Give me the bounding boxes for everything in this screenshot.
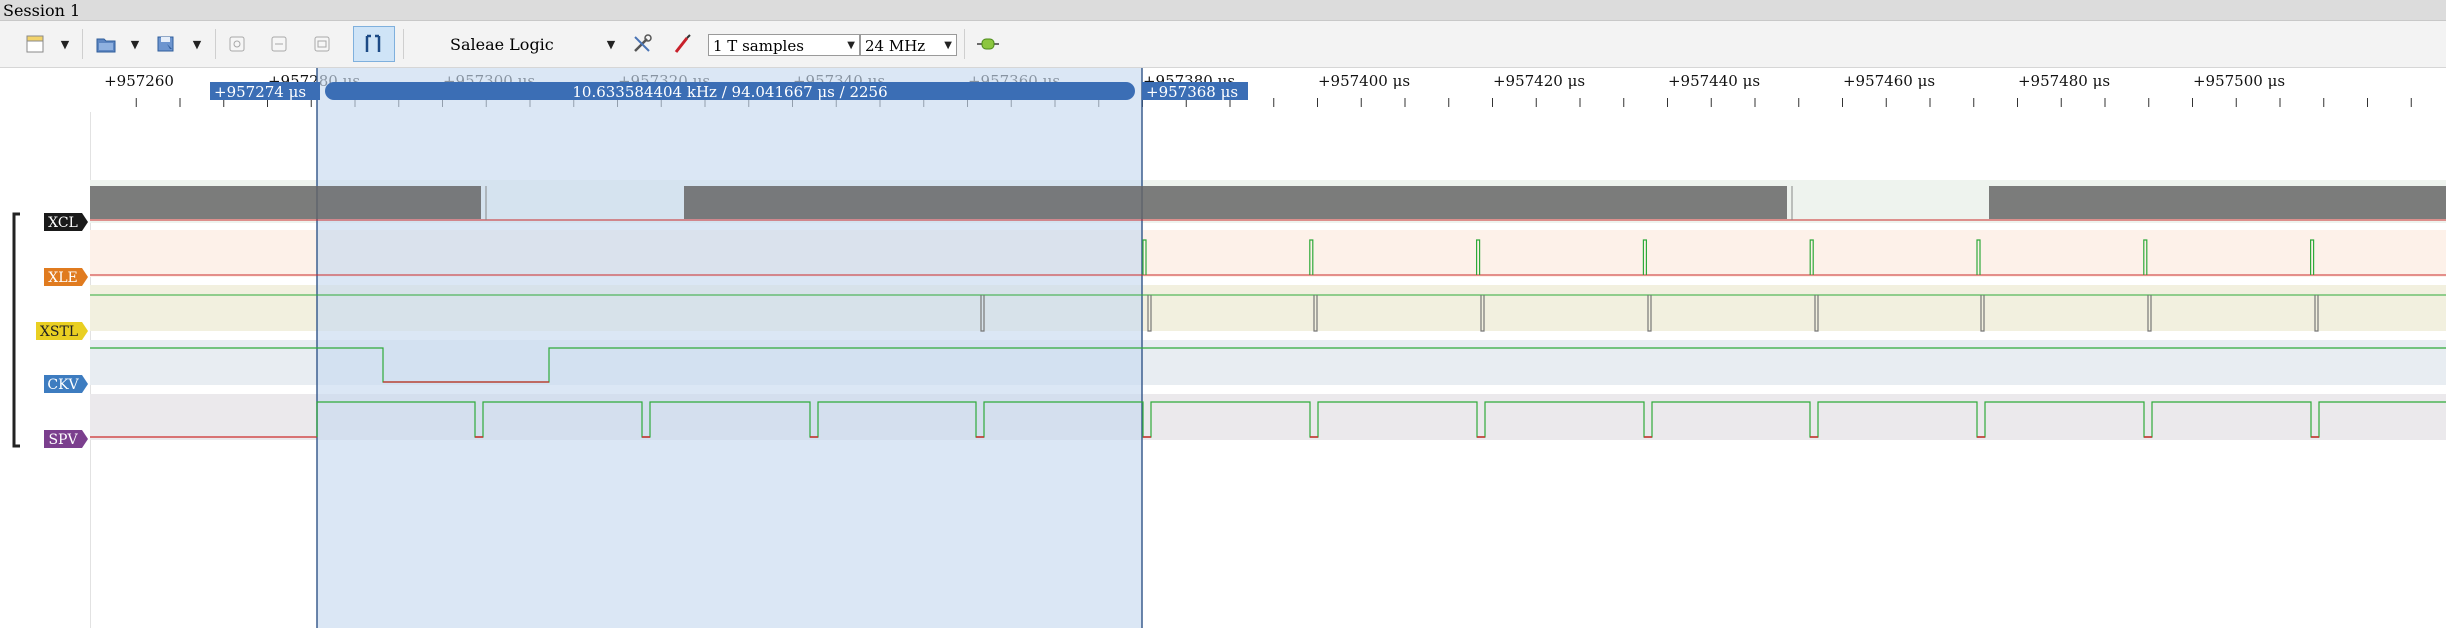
new-session-icon[interactable]	[22, 28, 48, 60]
probe-pen-icon[interactable]	[670, 28, 696, 60]
ruler-tick-label: +957400 μs	[1318, 72, 1410, 90]
channel-name: XLE	[48, 270, 77, 286]
toolbar-separator	[82, 29, 83, 59]
save-icon[interactable]	[153, 28, 179, 60]
open-dropdown-icon[interactable]: ▼	[128, 28, 142, 60]
rate-select[interactable]: 24 MHz ▼	[860, 34, 957, 56]
wrench-screwdriver-icon[interactable]	[628, 28, 656, 60]
rate-value: 24 MHz	[865, 37, 926, 55]
channel-name: XSTL	[40, 324, 78, 340]
ruler-tick-label: +957420 μs	[1493, 72, 1585, 90]
measurement-label: 10.633584404 kHz / 94.041667 μs / 2256	[572, 83, 887, 101]
toolbar-separator	[403, 29, 404, 59]
chevron-down-icon: ▼	[944, 40, 952, 51]
channel-name: CKV	[47, 377, 79, 393]
session-tab-bar: Session 1	[0, 0, 2446, 21]
connect-status-icon[interactable]	[974, 28, 1002, 60]
device-selector[interactable]: Saleae Logic	[450, 34, 600, 56]
samples-value: 1 T samples	[713, 37, 804, 55]
ruler-tick-label: +957440 μs	[1668, 72, 1760, 90]
zoom-fit-icon[interactable]	[266, 28, 292, 60]
ruler-tick-label: +957260	[104, 72, 174, 90]
cursor-b-label: +957368 μs	[1146, 83, 1238, 101]
save-dropdown-icon[interactable]: ▼	[190, 28, 204, 60]
ruler-tick-label: +957460 μs	[1843, 72, 1935, 90]
xcl-clock-burst	[684, 186, 1787, 219]
channel-name: SPV	[48, 432, 78, 448]
waveform-view[interactable]: +957260+957280 μs+957300 μs+957320 μs+95…	[0, 0, 2446, 628]
device-dropdown-icon[interactable]: ▼	[604, 28, 618, 60]
toolbar-separator	[215, 29, 216, 59]
samples-select[interactable]: 1 T samples ▼	[708, 34, 860, 56]
zoom-in-icon[interactable]	[224, 28, 250, 60]
open-folder-icon[interactable]	[93, 28, 119, 60]
session-tab[interactable]: Session 1	[3, 1, 80, 20]
zoom-out-icon[interactable]	[309, 28, 335, 60]
toolbar: ▼ ▼ ▼ Saleae Logic ▼ 1 T samples ▼ 24 MH…	[0, 21, 2446, 68]
cursor-pair-icon[interactable]	[353, 26, 395, 62]
channel-name: XCL	[48, 215, 78, 231]
toolbar-separator	[964, 29, 965, 59]
ruler-tick-label: +957480 μs	[2018, 72, 2110, 90]
device-name: Saleae Logic	[450, 35, 554, 54]
ruler-tick-label: +957500 μs	[2193, 72, 2285, 90]
xcl-clock-burst	[90, 186, 481, 219]
xcl-clock-burst	[1989, 186, 2446, 219]
new-session-dropdown-icon[interactable]: ▼	[58, 28, 72, 60]
chevron-down-icon: ▼	[847, 40, 855, 51]
cursor-a-label: +957274 μs	[214, 83, 306, 101]
